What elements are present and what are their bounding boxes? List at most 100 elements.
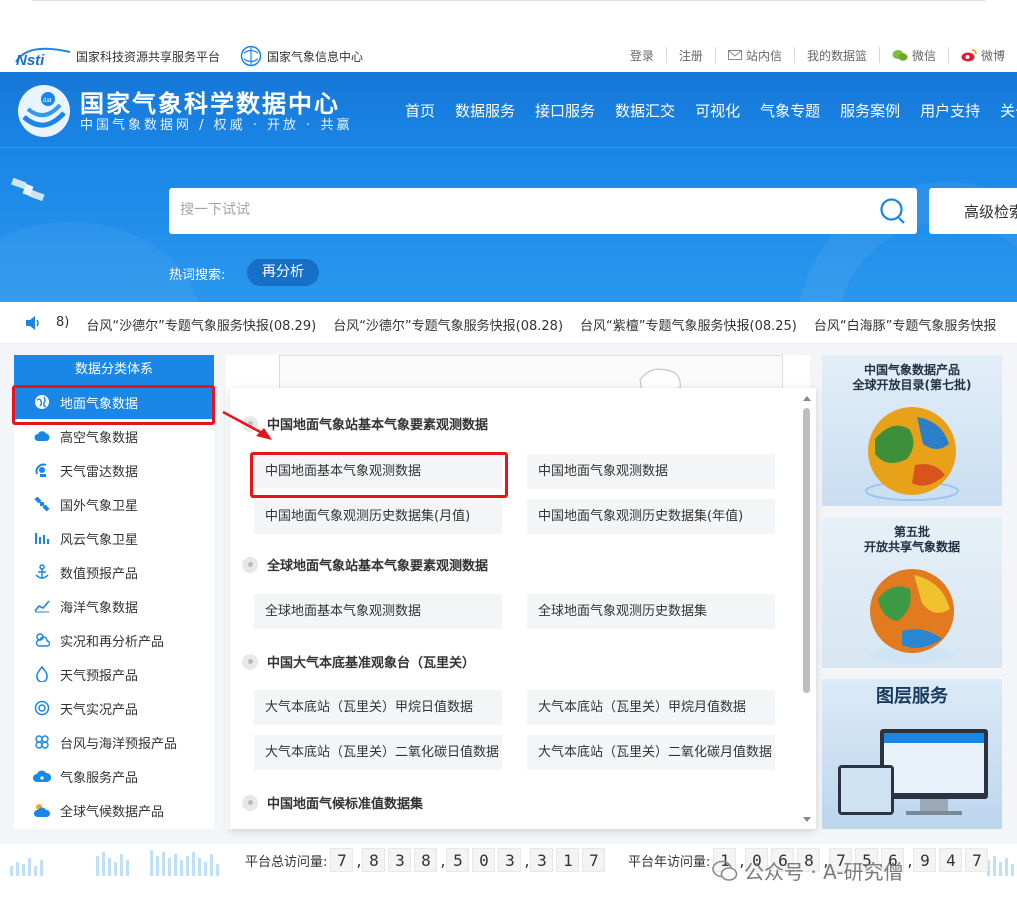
speaker-icon [26, 316, 39, 330]
dataset-link[interactable]: 大气本底站（瓦里关）甲烷日值数据 [254, 690, 502, 725]
search-bar [169, 188, 917, 234]
equalizer-decoration [10, 850, 219, 876]
sidebar-item-fengyun[interactable]: 风云气象卫星 [14, 521, 214, 555]
sidebar-item-label: 台风与海洋预报产品 [60, 736, 178, 752]
data-basket-link[interactable]: 我的数据篮 [793, 47, 879, 63]
dropdown-scrollbar[interactable] [801, 392, 813, 826]
group-title-cn-surface[interactable]: 中国地面气象站基本气象要素观测数据 [242, 414, 488, 433]
weibo-label: 微博 [980, 48, 1005, 63]
watermark: 公众号 · A-研究僧 [712, 856, 904, 885]
sidebar-item-foreign-satellite[interactable]: 国外气象卫星 [14, 487, 214, 521]
dataset-link[interactable]: 中国地面气象观测历史数据集(年值) [527, 499, 775, 534]
nav-data-services[interactable]: 数据服务 [455, 100, 515, 121]
ticker-item[interactable]: 台风“沙德尔”专题气象服务快报(08.28) [333, 315, 563, 334]
sidebar-item-forecast[interactable]: 天气预报产品 [14, 657, 214, 691]
platform-name[interactable]: 国家科技资源共享服务平台 [76, 48, 220, 65]
sidebar-item-global-climate[interactable]: 全球气候数据产品 [14, 793, 214, 827]
group-title-waliguan[interactable]: 中国大气本底基准观象台（瓦里关） [242, 652, 475, 671]
banner-subtitle: 全球开放目录(第七批) [852, 378, 972, 392]
group-title-climate-normals[interactable]: 中国地面气候标准值数据集 [242, 793, 423, 812]
red-arrow-icon [222, 410, 272, 440]
hot-search-tag[interactable]: 再分析 [247, 259, 319, 286]
nsti-logo-text: Nsti [16, 52, 45, 68]
center-name[interactable]: 国家气象信息中心 [267, 48, 363, 65]
sidebar-item-label: 天气预报产品 [60, 668, 139, 684]
nsti-logo[interactable]: Nsti [14, 44, 72, 68]
nav-weather-topics[interactable]: 气象专题 [760, 100, 820, 121]
scroll-thumb[interactable] [803, 408, 810, 693]
scroll-down-arrow-icon[interactable] [803, 817, 811, 822]
globe-image-icon [870, 569, 954, 663]
nav-user-support[interactable]: 用户支持 [920, 100, 980, 121]
sun-cloud-icon [35, 633, 50, 647]
register-link[interactable]: 注册 [665, 47, 715, 63]
ticker-item[interactable]: 台风“白海豚”专题气象服务快报 [814, 315, 996, 334]
line-chart-icon [34, 600, 50, 613]
weibo-link[interactable]: 微博 [947, 47, 1017, 63]
counter-digit: 5 [446, 848, 470, 872]
climate-icon [33, 804, 51, 817]
login-link[interactable]: 登录 [618, 47, 666, 63]
sidebar-item-live[interactable]: 天气实况产品 [14, 691, 214, 725]
inbox-link[interactable]: 站内信 [714, 47, 794, 63]
counter-digit: 8 [414, 848, 438, 872]
sidebar-item-typhoon[interactable]: 台风与海洋预报产品 [14, 725, 214, 759]
sidebar-item-service[interactable]: 气象服务产品 [14, 759, 214, 793]
satellite-icon [11, 177, 45, 202]
sidebar-item-nwp[interactable]: 数值预报产品 [14, 555, 214, 589]
highlight-box-dataset [250, 452, 508, 498]
ticker-item[interactable]: 8) [56, 315, 69, 334]
dataset-link[interactable]: 中国地面气象观测历史数据集(月值) [254, 499, 502, 534]
sidebar-item-label: 高空气象数据 [60, 430, 139, 446]
sidebar-item-reanalysis[interactable]: 实况和再分析产品 [14, 623, 214, 657]
bullet-icon [242, 556, 258, 573]
counter-separator: , [356, 850, 362, 870]
bullet-icon [242, 653, 258, 670]
counter-separator: , [907, 850, 913, 870]
ncmsdc-logo-icon[interactable]: dat [16, 83, 72, 139]
search-icon[interactable] [879, 197, 907, 225]
nav-home[interactable]: 首页 [405, 100, 435, 121]
yearly-visits-label: 平台年访问量: [628, 854, 711, 870]
counter-digit: 3 [498, 848, 522, 872]
dataset-link[interactable]: 中国地面气象观测数据 [527, 454, 775, 489]
service-cloud-icon [33, 770, 51, 782]
bullet-icon [242, 794, 258, 811]
total-visits-label: 平台总访问量: [245, 854, 328, 870]
nav-visualization[interactable]: 可视化 [695, 100, 740, 121]
dataset-link[interactable]: 全球地面基本气象观测数据 [254, 594, 502, 629]
banner-fifth-batch[interactable]: 第五批 开放共享气象数据 [822, 517, 1002, 668]
dataset-link[interactable]: 大气本底站（瓦里关）甲烷月值数据 [527, 690, 775, 725]
banner-subtitle: 开放共享气象数据 [863, 540, 960, 554]
ticker-item[interactable]: 台风“沙德尔”专题气象服务快报(08.29) [86, 315, 316, 334]
ticker-item[interactable]: 台风“紫檀”专题气象服务快报(08.25) [580, 315, 797, 334]
hot-search-label: 热词搜索: [169, 268, 226, 283]
wechat-link[interactable]: 微信 [878, 47, 948, 63]
nav-data-submission[interactable]: 数据汇交 [615, 100, 675, 121]
sidebar-item-label: 风云气象卫星 [60, 532, 139, 548]
sidebar-item-radar[interactable]: 天气雷达数据 [14, 453, 214, 487]
dataset-link[interactable]: 全球地面气象观测历史数据集 [527, 594, 775, 629]
scroll-up-arrow-icon[interactable] [803, 396, 811, 401]
dataset-link[interactable]: 大气本底站（瓦里关）二氧化碳日值数据 [254, 735, 502, 770]
nav-api-services[interactable]: 接口服务 [535, 100, 595, 121]
radar-icon [35, 463, 47, 477]
category-sidebar: 数据分类体系 地面气象数据 高空气象数据 天气雷达数据 国外气象卫星 风云气象卫… [14, 355, 214, 829]
nav-service-cases[interactable]: 服务案例 [840, 100, 900, 121]
dataset-link[interactable]: 大气本底站（瓦里关）二氧化碳月值数据 [527, 735, 775, 770]
banner-layer-service[interactable]: 图层服务 [822, 679, 1002, 829]
counter-digit: 8 [362, 848, 386, 872]
search-input[interactable] [180, 201, 840, 217]
highlight-box-surface [12, 385, 215, 425]
counter-digit: 7 [582, 848, 606, 872]
sidebar-item-marine[interactable]: 海洋气象数据 [14, 589, 214, 623]
banner-open-catalog[interactable]: 中国气象数据产品 全球开放目录(第七批) [822, 355, 1002, 506]
mail-icon [727, 50, 742, 60]
nav-about[interactable]: 关于 [1000, 100, 1017, 121]
advanced-search-button[interactable]: 高级检索 [929, 188, 1017, 234]
cloud-icon [34, 431, 50, 441]
counter-digit: 4 [939, 848, 963, 872]
ticker-items: 8) 台风“沙德尔”专题气象服务快报(08.29) 台风“沙德尔”专题气象服务快… [56, 315, 1013, 334]
water-drop-icon [36, 666, 48, 682]
group-title-global-surface[interactable]: 全球地面气象站基本气象要素观测数据 [242, 555, 488, 574]
